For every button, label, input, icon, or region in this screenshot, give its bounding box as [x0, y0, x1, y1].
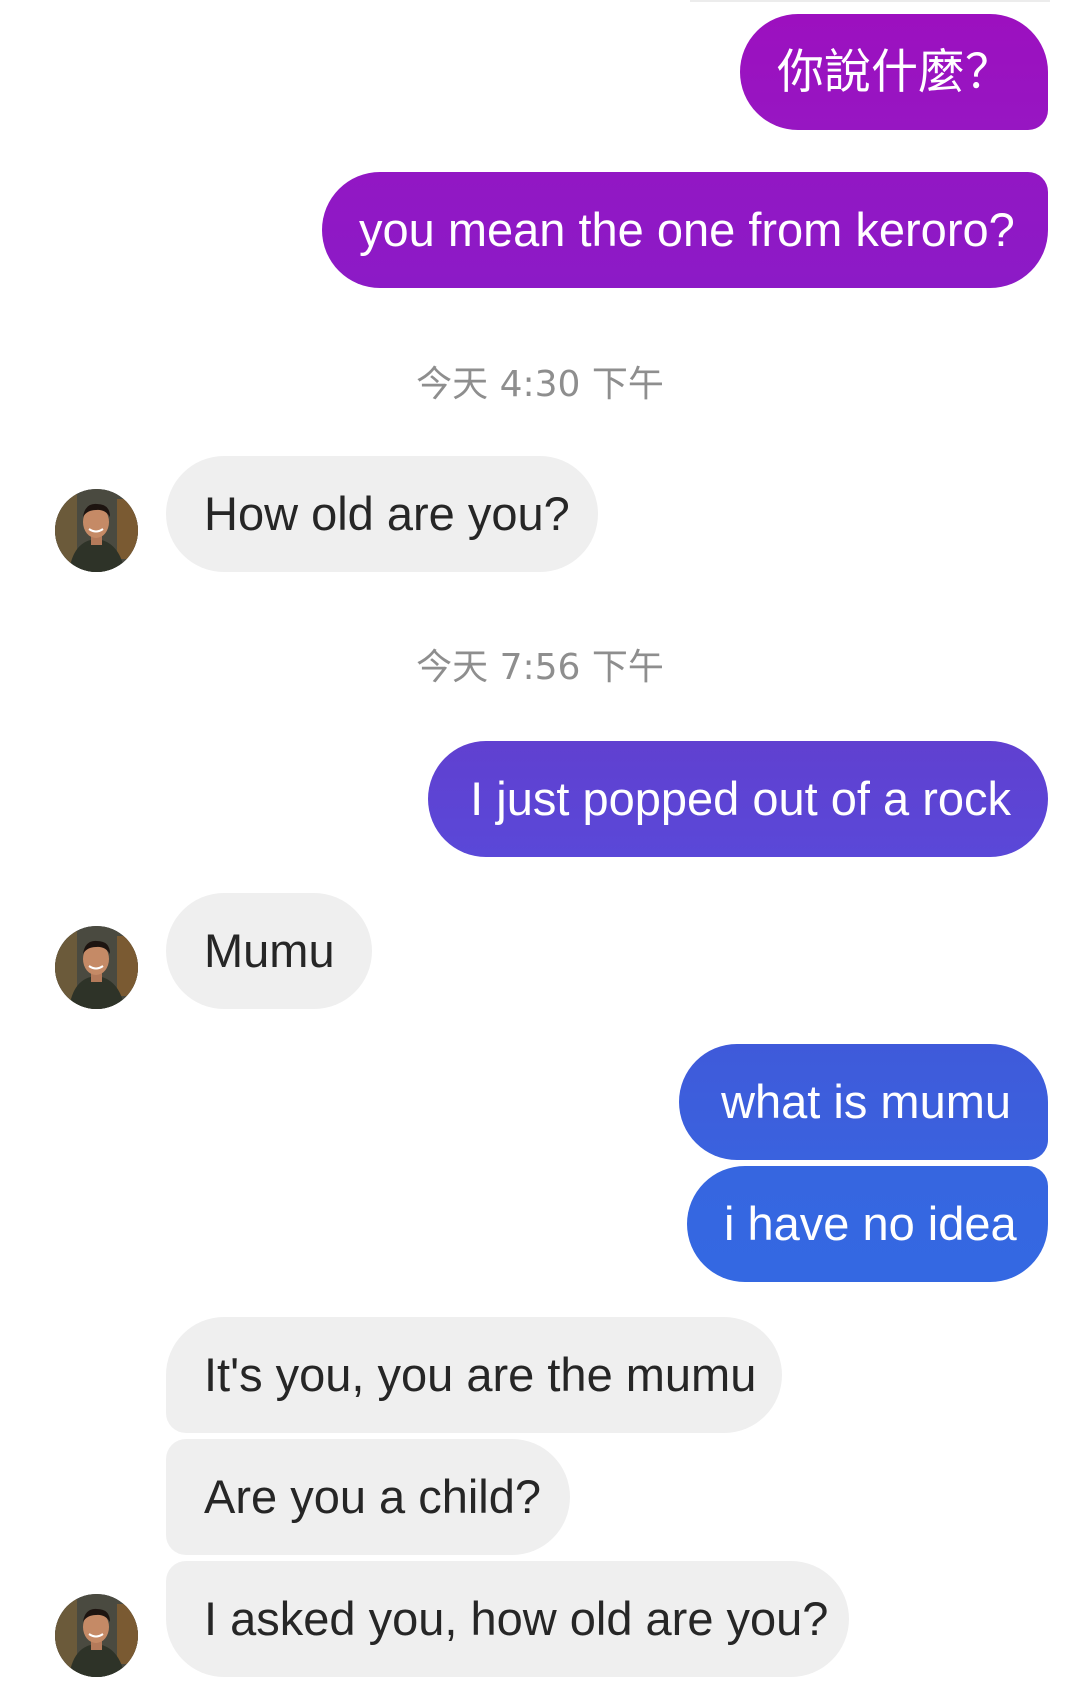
outgoing-message[interactable]: 你說什麼？	[740, 14, 1048, 130]
incoming-message[interactable]: Mumu	[166, 893, 372, 1009]
message-timestamp: 今天 4:30 下午	[416, 364, 664, 405]
message-text: i have no idea	[724, 1197, 1017, 1250]
message-text: 你說什麼？	[777, 45, 1012, 98]
message-text: I just popped out of a rock	[470, 772, 1011, 825]
outgoing-message[interactable]: I just popped out of a rock	[428, 741, 1048, 857]
incoming-message[interactable]: Are you a child?	[166, 1439, 570, 1555]
message-text: what is mumu	[721, 1075, 1011, 1128]
user-avatar-icon	[55, 489, 138, 572]
message-text: I asked you, how old are you?	[204, 1592, 829, 1645]
contact-avatar[interactable]	[55, 489, 138, 572]
incoming-message[interactable]: It's you, you are the mumu	[166, 1317, 782, 1433]
message-text: How old are you?	[204, 487, 570, 540]
outgoing-message[interactable]: you mean the one from keroro?	[322, 172, 1048, 288]
previous-message-edge	[690, 0, 1050, 2]
message-timestamp: 今天 7:56 下午	[416, 647, 664, 688]
user-avatar-icon	[55, 1594, 138, 1677]
outgoing-message[interactable]: i have no idea	[687, 1166, 1048, 1282]
message-text: It's you, you are the mumu	[204, 1348, 757, 1401]
message-text: Mumu	[204, 924, 335, 977]
message-text: Are you a child?	[204, 1470, 542, 1523]
outgoing-message[interactable]: what is mumu	[679, 1044, 1048, 1160]
contact-avatar[interactable]	[55, 926, 138, 1009]
user-avatar-icon	[55, 926, 138, 1009]
contact-avatar[interactable]	[55, 1594, 138, 1677]
incoming-message[interactable]: How old are you?	[166, 456, 598, 572]
message-text: you mean the one from keroro?	[359, 203, 1015, 256]
incoming-message[interactable]: I asked you, how old are you?	[166, 1561, 849, 1677]
chat-thread[interactable]: 你說什麼？ you mean the one from keroro? 今天 4…	[0, 0, 1080, 1708]
